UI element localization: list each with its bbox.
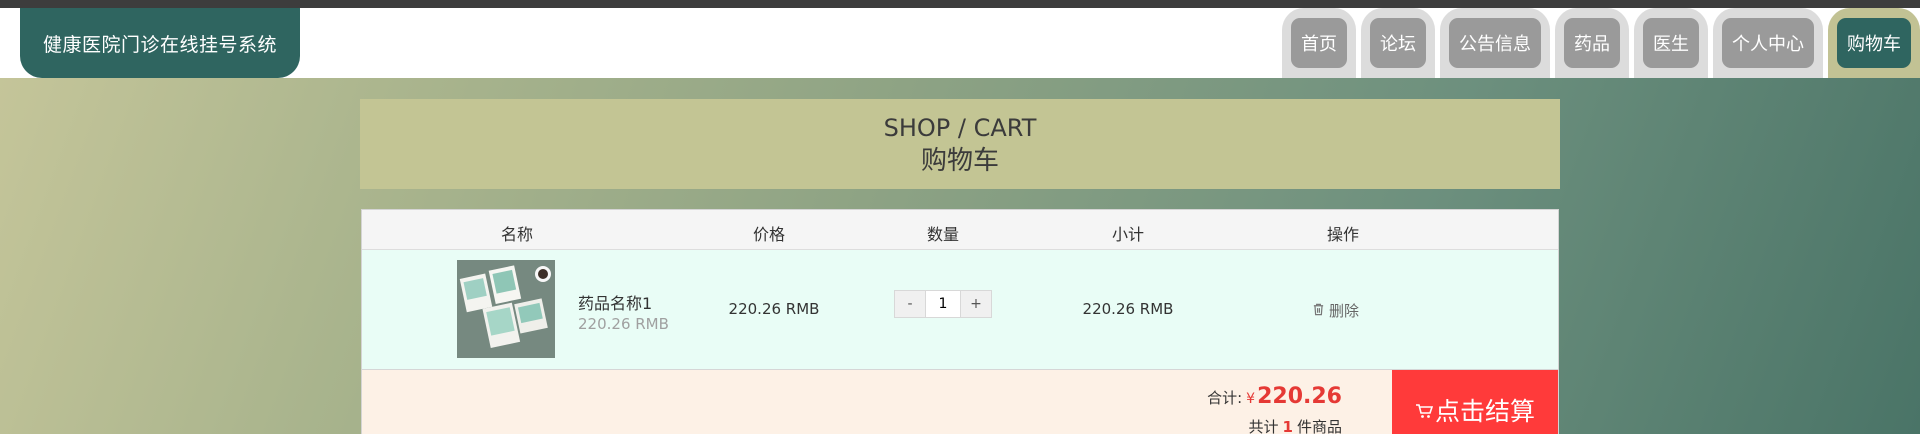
product-thumbnail[interactable] — [457, 260, 555, 358]
cart-table-header: 名称 价格 数量 小计 操作 — [362, 210, 1558, 250]
col-price: 价格 — [752, 225, 786, 244]
item-price: 220.26 RMB — [728, 300, 820, 318]
nav-medicines-label[interactable]: 药品 — [1564, 18, 1620, 68]
count-suffix: 件商品 — [1296, 418, 1342, 434]
currency-symbol: ¥ — [1246, 391, 1256, 407]
increment-button[interactable]: + — [961, 291, 991, 317]
nav-forum-label[interactable]: 论坛 — [1370, 18, 1426, 68]
product-name[interactable]: 药品名称1 — [578, 290, 652, 314]
quantity-stepper: - + — [894, 290, 992, 318]
product-unit-price: 220.26 RMB — [578, 315, 669, 333]
total-amount: 220.26 — [1257, 384, 1342, 409]
item-count-line: 共计 1 件商品 — [1249, 416, 1342, 434]
top-strip — [0, 0, 1920, 8]
col-quantity: 数量 — [926, 225, 960, 244]
page-title-en: SHOP / CART — [883, 114, 1037, 142]
checkout-button[interactable]: 点击结算 — [1392, 370, 1558, 434]
nav-cart[interactable]: 购物车 — [1828, 8, 1920, 78]
nav-personal-center[interactable]: 个人中心 — [1713, 8, 1823, 78]
checkout-label: 点击结算 — [1434, 397, 1535, 426]
page-title-band: SHOP / CART 购物车 — [360, 99, 1560, 189]
site-logo-title[interactable]: 健康医院门诊在线挂号系统 — [20, 8, 300, 78]
cart-table: 名称 价格 数量 小计 操作 药品名称1 220.26 RMB 220.26 R… — [361, 209, 1559, 434]
decrement-button[interactable]: - — [895, 291, 925, 317]
page-title-cn: 购物车 — [920, 146, 999, 176]
main-nav: 首页 论坛 公告信息 药品 医生 个人中心 购物车 — [1277, 8, 1920, 78]
cart-summary: 合计: ¥220.26 共计 1 件商品 点击结算 — [362, 370, 1558, 434]
nav-personal-center-label[interactable]: 个人中心 — [1722, 18, 1814, 68]
col-subtotal: 小计 — [1111, 225, 1145, 244]
col-name: 名称 — [500, 225, 534, 244]
site-title: 健康医院门诊在线挂号系统 — [42, 33, 277, 56]
nav-announcements[interactable]: 公告信息 — [1440, 8, 1550, 78]
nav-announcements-label[interactable]: 公告信息 — [1449, 18, 1541, 68]
total-line: 合计: ¥220.26 — [1207, 384, 1342, 409]
cart-item-row: 药品名称1 220.26 RMB 220.26 RMB - + 220.26 R… — [362, 250, 1558, 370]
nav-cart-label[interactable]: 购物车 — [1837, 18, 1911, 68]
quantity-input[interactable] — [925, 291, 961, 317]
nav-doctors-label[interactable]: 医生 — [1643, 18, 1699, 68]
total-label: 合计: — [1207, 389, 1243, 407]
nav-forum[interactable]: 论坛 — [1361, 8, 1435, 78]
nav-doctors[interactable]: 医生 — [1634, 8, 1708, 78]
trash-icon — [1312, 302, 1325, 320]
item-count: 1 — [1282, 418, 1293, 434]
nav-medicines[interactable]: 药品 — [1555, 8, 1629, 78]
count-prefix: 共计 — [1248, 418, 1279, 434]
nav-home-label[interactable]: 首页 — [1291, 18, 1347, 68]
col-action: 操作 — [1326, 225, 1360, 244]
nav-home[interactable]: 首页 — [1282, 8, 1356, 78]
delete-button[interactable]: 删除 — [1312, 300, 1359, 321]
delete-label: 删除 — [1329, 302, 1360, 320]
item-subtotal: 220.26 RMB — [1082, 300, 1174, 318]
cart-icon — [1415, 396, 1434, 425]
